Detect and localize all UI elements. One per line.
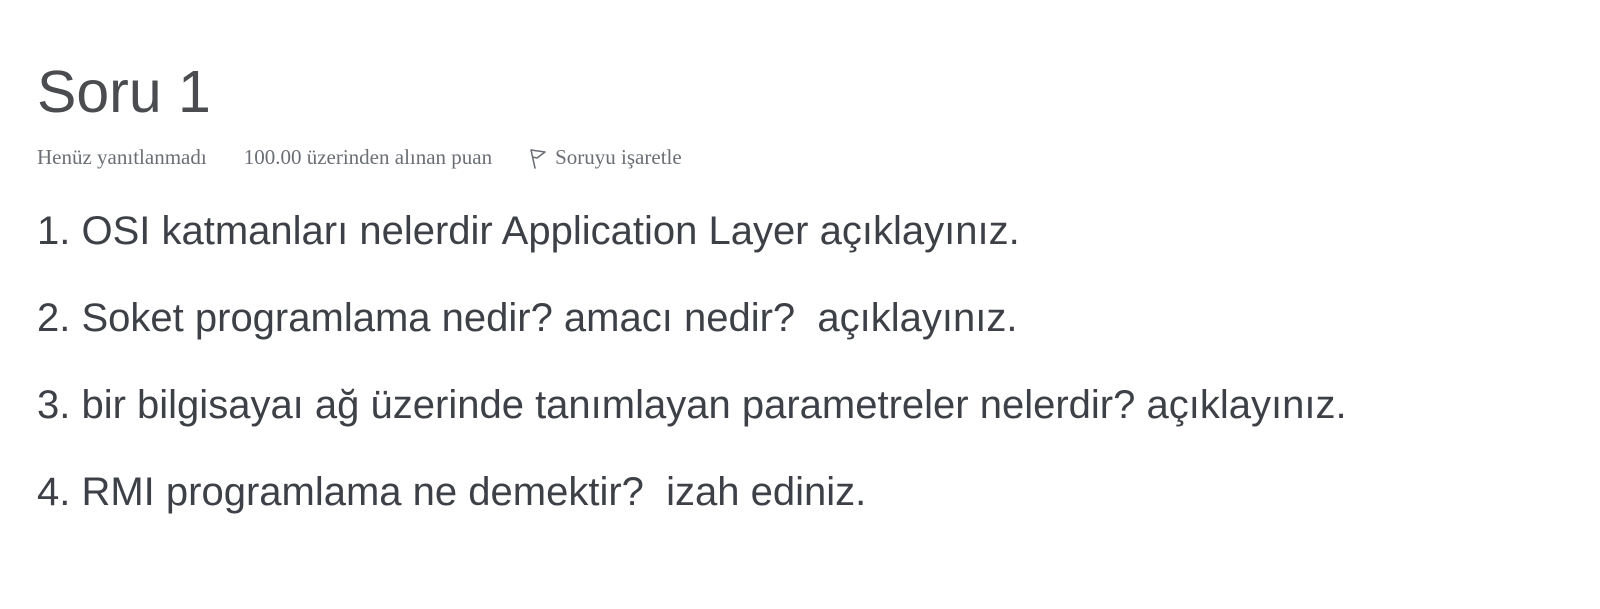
flag-question-label: Soruyu işaretle bbox=[555, 145, 682, 169]
question-line-2: 2. Soket programlama nedir? amacı nedir?… bbox=[37, 296, 1018, 340]
question-info: Henüz yanıtlanmadı 100.00 üzerinden alın… bbox=[37, 143, 682, 171]
flag-question-link[interactable]: Soruyu işaretle bbox=[529, 143, 682, 171]
question-grade: 100.00 üzerinden alınan puan bbox=[243, 145, 493, 169]
question-line-4: 4. RMI programlama ne demektir? izah edi… bbox=[37, 470, 867, 514]
question-title: Soru 1 bbox=[37, 59, 211, 125]
question-line-1: 1. OSI katmanları nelerdir Application L… bbox=[37, 209, 1020, 253]
question-status: Henüz yanıtlanmadı bbox=[37, 145, 207, 169]
flag-icon bbox=[529, 148, 547, 170]
question-line-3: 3. bir bilgisayaı ağ üzerinde tanımlayan… bbox=[37, 383, 1347, 427]
question-text: 1. OSI katmanları nelerdir Application L… bbox=[37, 204, 1577, 552]
